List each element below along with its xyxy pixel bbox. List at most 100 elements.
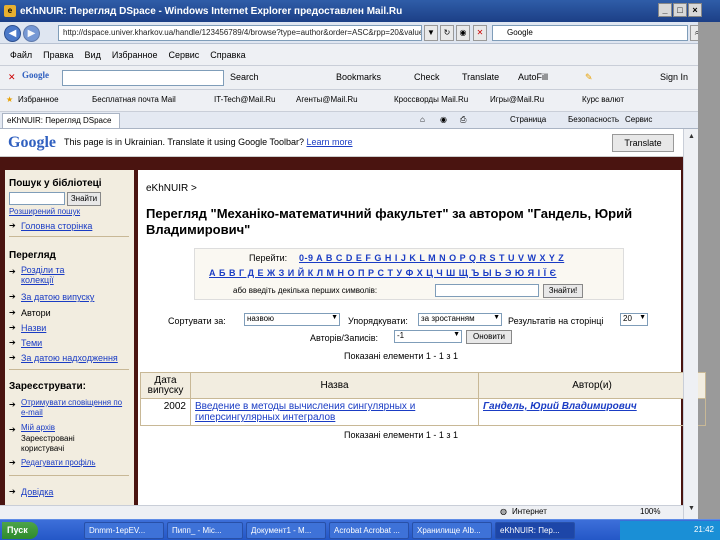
fav-link-agents[interactable]: Агенты@Mail.Ru (296, 95, 358, 104)
rss-icon[interactable]: ◉ (456, 25, 470, 41)
update-button[interactable]: Оновити (466, 330, 512, 344)
arrow-icon: ➔ (9, 425, 16, 434)
menu-favorites[interactable]: Избранное (112, 50, 158, 60)
latin-letter-index[interactable]: 0-9 A B C D E F G H I J K L M N O P Q R … (299, 253, 564, 263)
fav-link-games[interactable]: Игры@Mail.Ru (490, 95, 544, 104)
autofill-button[interactable]: AutoFill (518, 72, 548, 82)
item-author-link[interactable]: Гандель, Юрий Владимирович (478, 398, 706, 426)
divider (9, 475, 129, 476)
back-arrow-icon[interactable]: ◀ (4, 25, 21, 42)
email-alerts-link[interactable]: Отримувати сповіщення по e-mail (21, 398, 129, 418)
pencil-icon[interactable]: ✎ (585, 72, 593, 83)
browse-collections-link[interactable]: Розділи та колекції (21, 265, 81, 285)
browse-subjects-link[interactable]: Теми (21, 338, 42, 348)
menu-edit[interactable]: Правка (43, 50, 73, 60)
browse-by-date-link[interactable]: За датою випуску (21, 292, 94, 302)
start-button[interactable]: Пуск (2, 522, 38, 539)
sort-select[interactable]: назвою ▼ (244, 313, 340, 326)
check-button[interactable]: Check (414, 72, 440, 82)
menu-bar: Файл Правка Вид Избранное Сервис Справка (0, 44, 720, 66)
feeds-icon[interactable]: ◉ (440, 115, 447, 124)
fav-link-currency[interactable]: Курс валют (582, 95, 624, 104)
close-toolbar-icon[interactable]: ✕ (8, 72, 16, 83)
sign-in-link[interactable]: Sign In (660, 72, 688, 82)
sidebar-search-input[interactable] (9, 192, 65, 205)
edit-profile-link[interactable]: Редагувати профіль (21, 458, 96, 467)
order-select-value: за зростанням (421, 314, 475, 323)
menu-tools[interactable]: Сервис (168, 50, 199, 60)
authors-select[interactable]: -1 ▼ (394, 330, 462, 343)
scroll-up-icon[interactable]: ▲ (686, 131, 697, 142)
authors-label: Авторів/Записів: (310, 333, 379, 343)
translate-button[interactable]: Translate (462, 72, 499, 82)
order-label: Упорядкувати: (348, 316, 408, 326)
table-header-row: Дата випуску Назва Автор(и) (140, 372, 706, 399)
page-menu[interactable]: Страница (510, 115, 546, 124)
home-icon[interactable]: ⌂ (420, 115, 425, 124)
cell-date: 2002 (140, 398, 191, 426)
zoom-level[interactable]: 100% (640, 507, 660, 516)
favorites-label[interactable]: Избранное (18, 95, 59, 104)
menu-help[interactable]: Справка (210, 50, 245, 60)
fav-link-crosswords[interactable]: Кроссворды Mail.Ru (394, 95, 468, 104)
divider (9, 369, 129, 370)
rpp-select-value: 20 (623, 314, 632, 323)
items-shown-top: Показані елементи 1 - 1 з 1 (344, 351, 459, 361)
rpp-select[interactable]: 20 ▼ (620, 313, 648, 326)
advanced-search-link[interactable]: Розширений пошук (9, 207, 80, 216)
fav-link-ittech[interactable]: IT-Tech@Mail.Ru (214, 95, 275, 104)
print-icon[interactable]: ⎙ (460, 115, 466, 125)
close-button[interactable]: × (688, 3, 702, 17)
taskbar-app[interactable]: Документ1 - M... (246, 522, 326, 539)
cyrillic-letter-index[interactable]: А Б В Г Д Е Ж З И Й К Л М Н О П Р С Т У … (209, 268, 557, 278)
taskbar-app[interactable]: Хранилище Alb... (412, 522, 492, 539)
google-search-button[interactable]: Search (230, 72, 259, 82)
order-select[interactable]: за зростанням ▼ (418, 313, 502, 326)
help-link[interactable]: Довідка (21, 487, 53, 497)
header-date[interactable]: Дата випуску (140, 372, 191, 399)
menu-view[interactable]: Вид (85, 50, 101, 60)
maximize-button[interactable]: □ (673, 3, 687, 17)
translate-page-button[interactable]: Translate (612, 134, 674, 152)
scroll-down-icon[interactable]: ▼ (686, 503, 697, 514)
first-chars-input[interactable] (435, 284, 539, 297)
browse-titles-link[interactable]: Назви (21, 323, 46, 333)
bookmarks-button[interactable]: Bookmarks (336, 72, 381, 82)
translate-message-text: This page is in Ukrainian. Translate it … (64, 137, 304, 147)
google-search-input[interactable] (62, 70, 224, 86)
search-input[interactable]: Google (492, 25, 688, 41)
tab-active[interactable]: eKhNUIR: Перегляд DSpace (2, 113, 120, 128)
refresh-icon[interactable]: ↻ (440, 25, 454, 41)
fav-link-mail[interactable]: Бесплатная почта Mail (92, 95, 176, 104)
star-icon[interactable]: ★ (6, 95, 13, 104)
forward-arrow-icon[interactable]: ▶ (23, 25, 40, 42)
learn-more-link[interactable]: Learn more (306, 137, 352, 147)
taskbar-app-active[interactable]: eKhNUIR: Пер... (495, 522, 575, 539)
address-dropdown[interactable]: ▼ (424, 25, 438, 41)
tools-menu[interactable]: Сервис (625, 115, 652, 124)
taskbar-app[interactable]: Acrobat Acrobat ... (329, 522, 409, 539)
find-button[interactable]: Знайти! (543, 284, 583, 298)
taskbar-app[interactable]: Пипп_ - Mic... (167, 522, 243, 539)
taskbar-app[interactable]: Dnmm-1epEV... (84, 522, 164, 539)
my-archive-link[interactable]: Мій архів (21, 423, 55, 432)
vertical-scrollbar[interactable]: ▲ ▼ (683, 129, 698, 519)
item-title-link[interactable]: Введение в методы вычисления сингулярных… (190, 398, 479, 426)
stop-icon[interactable]: ✕ (473, 25, 487, 41)
safety-menu[interactable]: Безопасность (568, 115, 619, 124)
header-title[interactable]: Назва (190, 372, 479, 399)
sidebar-search-button[interactable]: Знайти (67, 192, 101, 206)
menu-file[interactable]: Файл (10, 50, 32, 60)
browse-authors-label[interactable]: Автори (21, 308, 51, 318)
main-content: eKhNUIR > Перегляд "Механіко-математични… (138, 170, 706, 519)
window-frame (698, 22, 720, 519)
window-title-bar: e eKhNUIR: Перегляд DSpace - Windows Int… (0, 0, 720, 22)
browse-by-submit-date-link[interactable]: За датою надходження (21, 353, 118, 363)
address-field[interactable]: http://dspace.univer.kharkov.ua/handle/1… (58, 25, 422, 41)
header-authors[interactable]: Автор(и) (478, 372, 706, 399)
sort-select-value: назвою (247, 314, 275, 323)
home-link[interactable]: Головна сторінка (21, 221, 92, 231)
breadcrumb[interactable]: eKhNUIR > (146, 183, 197, 194)
table-row: 2002 Введение в методы вычисления сингул… (140, 398, 706, 426)
minimize-button[interactable]: _ (658, 3, 672, 17)
